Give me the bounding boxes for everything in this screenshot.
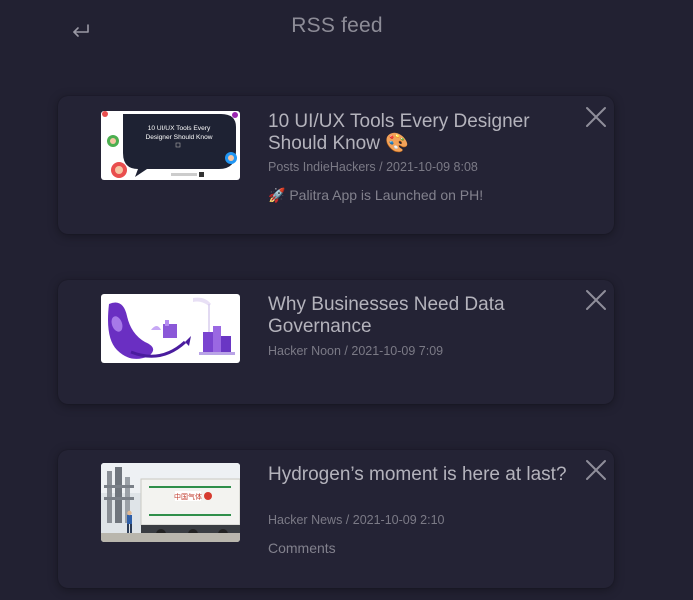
feed-item-meta: Hacker News / 2021-10-09 2:10	[268, 513, 445, 527]
feed-item[interactable]: 中国气体 Hydrogen’s moment is here at last? …	[58, 450, 614, 588]
feed-item-description: 🚀 Palitra App is Launched on PH!	[268, 187, 484, 203]
dismiss-button[interactable]	[584, 105, 608, 129]
close-icon	[586, 107, 606, 127]
header: RSS feed	[0, 0, 693, 56]
svg-text:中国气体: 中国气体	[174, 492, 202, 501]
feed-item-thumbnail: 10 UI/UX Tools Every Designer Should Kno…	[101, 111, 240, 180]
feed-item[interactable]: Why Businesses Need Data Governance Hack…	[58, 280, 614, 404]
feed-item[interactable]: 10 UI/UX Tools Every Designer Should Kno…	[58, 96, 614, 234]
close-icon	[586, 290, 606, 310]
page-title: RSS feed	[291, 14, 383, 37]
feed-item-meta: Posts IndieHackers / 2021-10-09 8:08	[268, 160, 478, 174]
close-icon	[586, 460, 606, 480]
feed-item-title[interactable]: Hydrogen’s moment is here at last?	[268, 464, 568, 486]
feed-item-thumbnail: 中国气体	[101, 463, 240, 542]
feed-item-title[interactable]: 10 UI/UX Tools Every Designer Should Kno…	[268, 111, 568, 155]
thumbnail-text-line-2: Designer Should Know	[145, 134, 212, 141]
dismiss-button[interactable]	[584, 458, 608, 482]
feed-item-thumbnail	[101, 294, 240, 363]
feed-item-meta: Hacker Noon / 2021-10-09 7:09	[268, 344, 444, 358]
thumbnail-text-line-1: 10 UI/UX Tools Every	[148, 125, 211, 132]
feed-item-title[interactable]: Why Businesses Need Data Governance	[268, 294, 568, 338]
dismiss-button[interactable]	[584, 288, 608, 312]
comments-link[interactable]: Comments	[268, 540, 336, 557]
